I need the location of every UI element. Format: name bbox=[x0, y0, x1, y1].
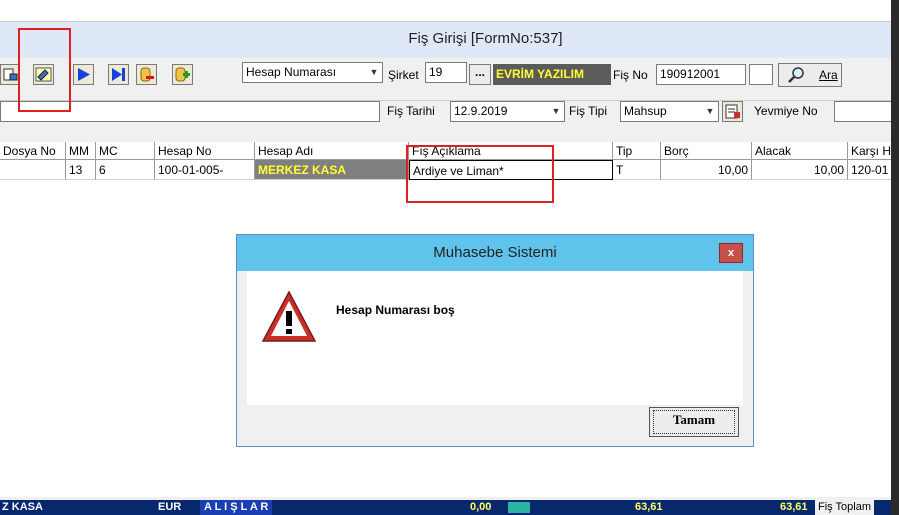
dialog-title: Muhasebe Sistemi bbox=[433, 244, 557, 261]
highlight-box-description bbox=[406, 145, 554, 203]
slip-no-value: 190912001 bbox=[660, 67, 721, 81]
table-cell[interactable] bbox=[0, 160, 66, 180]
chevron-down-icon: ▼ bbox=[369, 67, 379, 77]
status-bar: Z KASA EUR A L I Ş L A R 0,00 63,61 63,6… bbox=[0, 500, 891, 515]
status-currency: EUR bbox=[158, 501, 182, 513]
col-header[interactable]: Hesap Adı bbox=[255, 142, 409, 160]
col-header[interactable]: Hesap No bbox=[155, 142, 255, 160]
journal-no-input[interactable] bbox=[834, 101, 891, 122]
account-mode-select[interactable]: Hesap Numarası ▼ bbox=[242, 62, 383, 83]
chevron-down-icon: ▼ bbox=[705, 106, 715, 116]
delete-db-icon bbox=[140, 67, 154, 82]
last-record-button[interactable] bbox=[108, 64, 129, 85]
status-total-label: Fiş Toplam bbox=[815, 500, 874, 515]
status-type: A L I Ş L A R bbox=[200, 500, 273, 515]
title-bar: Fiş Girişi [FormNo:537] bbox=[0, 22, 891, 58]
table-cell-account-name[interactable]: MERKEZ KASA bbox=[255, 160, 409, 180]
close-button[interactable]: x bbox=[719, 243, 743, 263]
calculator-icon bbox=[508, 502, 530, 513]
skip-end-icon bbox=[112, 68, 125, 81]
company-lookup-button[interactable]: ... bbox=[469, 64, 491, 85]
play-icon bbox=[78, 68, 90, 81]
highlight-box-toolbar bbox=[18, 28, 71, 112]
col-header[interactable]: Karşı H bbox=[848, 142, 891, 160]
slip-type-select[interactable]: Mahsup ▼ bbox=[620, 101, 719, 122]
window-title: Fiş Girişi [FormNo:537] bbox=[408, 30, 563, 47]
col-header[interactable]: Borç bbox=[661, 142, 752, 160]
status-account: Z KASA bbox=[2, 501, 43, 513]
journal-button[interactable] bbox=[722, 101, 743, 122]
table-cell[interactable]: 10,00 bbox=[752, 160, 848, 180]
ok-button[interactable]: Tamam bbox=[649, 407, 739, 437]
slip-type-value: Mahsup bbox=[624, 104, 667, 118]
toolbar: Hesap Numarası ▼ Şirket 19 ... EVRİM YAZ… bbox=[0, 62, 891, 94]
company-label: Şirket bbox=[388, 68, 419, 82]
chevron-down-icon: ▼ bbox=[551, 106, 561, 116]
top-strip bbox=[0, 0, 891, 22]
ok-label: Tamam bbox=[672, 412, 716, 427]
add-record-button[interactable] bbox=[172, 64, 193, 85]
company-name-display: EVRİM YAZILIM bbox=[493, 64, 611, 85]
slip-header-row: Fiş Tarihi 12.9.2019 ▼ Fiş Tipi Mahsup ▼… bbox=[0, 100, 891, 125]
message-dialog: Muhasebe Sistemi x Hesap Numarası boş Ta… bbox=[236, 234, 754, 447]
col-header[interactable]: Dosya No bbox=[0, 142, 66, 160]
table-cell[interactable]: 6 bbox=[96, 160, 155, 180]
table-cell[interactable]: T bbox=[613, 160, 661, 180]
journal-icon bbox=[725, 104, 740, 119]
slip-type-label: Fiş Tipi bbox=[569, 104, 608, 118]
col-header[interactable]: Tip bbox=[613, 142, 661, 160]
dialog-title-bar: Muhasebe Sistemi x bbox=[237, 235, 753, 271]
journal-no-label: Yevmiye No bbox=[754, 104, 818, 118]
search-button[interactable]: Ara bbox=[778, 63, 842, 87]
print-preview-icon bbox=[3, 68, 18, 81]
slip-no-input[interactable]: 190912001 bbox=[656, 64, 746, 85]
company-code-input[interactable]: 19 bbox=[425, 62, 467, 83]
warning-icon bbox=[261, 290, 317, 342]
status-value-2: 63,61 bbox=[635, 501, 663, 513]
status-value-1: 0,00 bbox=[470, 501, 492, 513]
search-label: Ara bbox=[819, 68, 838, 82]
account-mode-value: Hesap Numarası bbox=[246, 65, 337, 79]
slip-date-value: 12.9.2019 bbox=[454, 104, 508, 118]
table-cell[interactable]: 13 bbox=[66, 160, 96, 180]
slip-no-extra-input[interactable] bbox=[749, 64, 773, 85]
table-cell[interactable]: 100-01-005- bbox=[155, 160, 255, 180]
col-header[interactable]: MM bbox=[66, 142, 96, 160]
slip-no-label: Fiş No bbox=[613, 68, 648, 82]
print-preview-button[interactable] bbox=[0, 64, 20, 85]
table-cell[interactable]: 10,00 bbox=[661, 160, 752, 180]
slip-date-picker[interactable]: 12.9.2019 ▼ bbox=[450, 101, 565, 122]
next-record-button[interactable] bbox=[73, 64, 94, 85]
status-value-3: 63,61 bbox=[780, 501, 808, 513]
search-icon bbox=[788, 67, 804, 83]
delete-record-button[interactable] bbox=[136, 64, 157, 85]
add-db-icon bbox=[175, 67, 190, 82]
dialog-message: Hesap Numarası boş bbox=[336, 303, 455, 317]
table-cell[interactable]: 120-01 bbox=[848, 160, 891, 180]
company-code-value: 19 bbox=[429, 65, 443, 79]
col-header[interactable]: Alacak bbox=[752, 142, 848, 160]
col-header[interactable]: MC bbox=[96, 142, 155, 160]
slip-date-label: Fiş Tarihi bbox=[387, 104, 435, 118]
dialog-body: Hesap Numarası boş bbox=[247, 271, 743, 405]
voucher-entry-window: Fiş Girişi [FormNo:537] Hesap Numarası ▼… bbox=[0, 0, 891, 515]
